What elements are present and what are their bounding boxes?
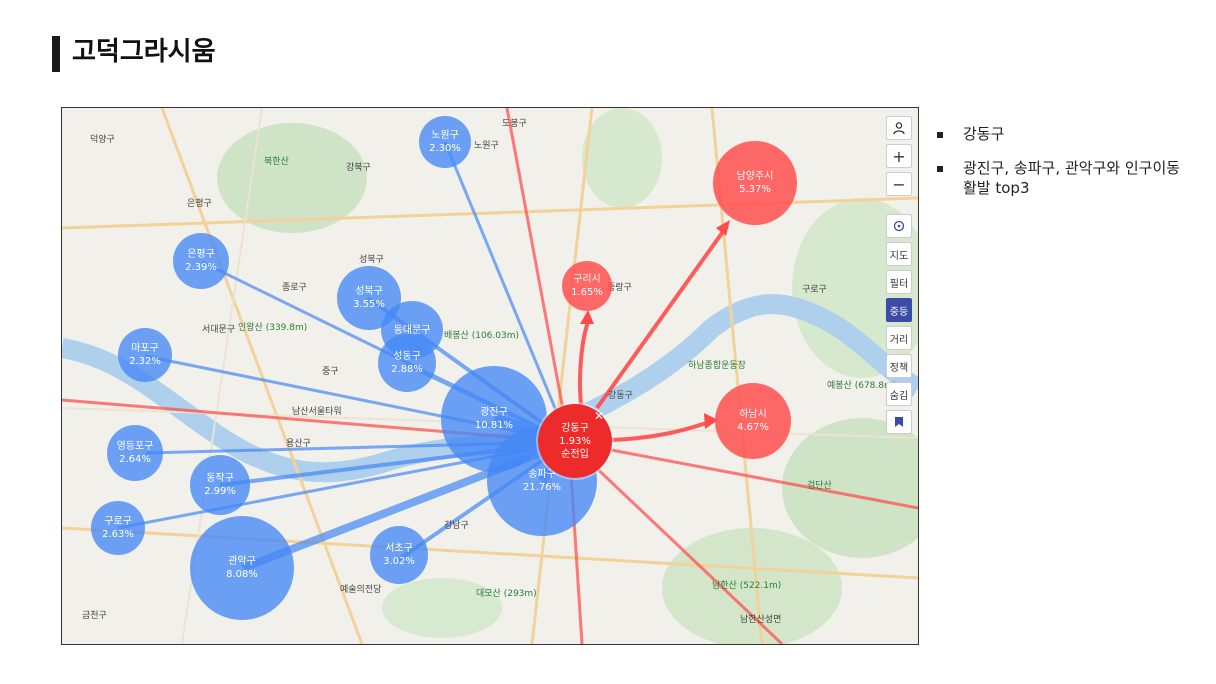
region-value: 5.37% bbox=[739, 184, 771, 195]
region-value: 4.67% bbox=[737, 422, 769, 433]
region-bubble-seocho[interactable]: 서초구 3.02% bbox=[370, 526, 428, 584]
region-bubble-mapo[interactable]: 마포구 2.32% bbox=[118, 328, 172, 382]
bullet-item: 강동구 bbox=[935, 124, 1185, 144]
place-label: 예술의전당 bbox=[340, 585, 382, 595]
center-label: 순전입 bbox=[561, 448, 589, 460]
place-label: 금천구 bbox=[82, 611, 107, 621]
region-value: 3.02% bbox=[383, 556, 415, 567]
place-label: 중구 bbox=[322, 367, 339, 377]
region-bubble-eunpyeong[interactable]: 은평구 2.39% bbox=[173, 233, 229, 289]
region-name: 영등포구 bbox=[116, 441, 154, 452]
center-region-gangdong[interactable]: ✕ 강동구 1.93% 순전입 bbox=[538, 404, 612, 478]
region-name: 성동구 bbox=[393, 351, 421, 362]
region-name: 관악구 bbox=[228, 556, 256, 567]
page-title: 고덕그라시움 bbox=[72, 37, 216, 67]
place-label: 인왕산 (339.8m) bbox=[238, 323, 308, 333]
policy-button[interactable]: 정책 bbox=[886, 354, 912, 378]
title-accent-bar bbox=[52, 36, 60, 72]
place-label: 배봉산 (106.03m) bbox=[444, 331, 519, 341]
region-value: 2.30% bbox=[429, 143, 461, 154]
region-name: 성북구 bbox=[355, 286, 383, 297]
region-name: 은평구 bbox=[187, 249, 215, 260]
migration-map[interactable]: 덕양구 은평구 종로구 서대문구 중구 용산구 강북구 성북구 도봉구 노원구 … bbox=[61, 107, 919, 645]
region-name: 노원구 bbox=[431, 130, 459, 141]
place-label: 은평구 bbox=[187, 199, 212, 209]
place-label: 대모산 (293m) bbox=[476, 589, 537, 599]
region-value: 10.81% bbox=[474, 420, 514, 431]
region-bubble-gwanak[interactable]: 관악구 8.08% bbox=[190, 516, 294, 620]
zoom-in-button[interactable]: + bbox=[886, 144, 912, 168]
region-value: 2.64% bbox=[119, 454, 151, 465]
place-label: 성북구 bbox=[359, 255, 384, 265]
region-bubble-guri[interactable]: 구리시 1.65% bbox=[562, 261, 612, 311]
region-value: 1.65% bbox=[571, 287, 603, 298]
region-name: 광진구 bbox=[480, 407, 508, 418]
region-bubble-nowon[interactable]: 노원구 2.30% bbox=[419, 116, 471, 168]
region-bubble-yeongdeungpo[interactable]: 영등포구 2.64% bbox=[107, 425, 163, 481]
place-label: 남한산 (522.1m) bbox=[712, 581, 782, 591]
close-icon[interactable]: ✕ bbox=[594, 410, 604, 423]
place-label: 구로구 bbox=[802, 285, 827, 295]
join-button[interactable]: 중등 bbox=[886, 298, 912, 322]
region-bubble-dongjak[interactable]: 동작구 2.99% bbox=[190, 455, 250, 515]
place-label: 용산구 bbox=[286, 439, 311, 449]
region-bubble-namyangju[interactable]: 남양주시 5.37% bbox=[713, 141, 797, 225]
region-value: 3.55% bbox=[353, 299, 385, 310]
place-label: 노원구 bbox=[474, 141, 499, 151]
place-label: 검단산 bbox=[807, 481, 832, 491]
bookmark-icon[interactable] bbox=[886, 410, 912, 434]
hide-button[interactable]: 숨김 bbox=[886, 382, 912, 406]
center-value: 1.93% bbox=[559, 435, 591, 447]
place-label: 덕양구 bbox=[90, 135, 115, 145]
zoom-out-button[interactable]: − bbox=[886, 172, 912, 196]
region-value: 2.32% bbox=[129, 356, 161, 367]
summary-bullets: 강동구 광진구, 송파구, 관악구와 인구이동 활발 top3 bbox=[935, 124, 1185, 212]
region-value: 2.39% bbox=[185, 262, 217, 273]
place-label: 북한산 bbox=[264, 157, 289, 167]
region-name: 마포구 bbox=[131, 343, 159, 354]
region-name: 남양주시 bbox=[736, 171, 774, 182]
place-label: 서대문구 bbox=[202, 325, 236, 335]
region-value: 2.88% bbox=[391, 364, 423, 375]
bullet-item: 광진구, 송파구, 관악구와 인구이동 활발 top3 bbox=[935, 158, 1185, 198]
region-value: 21.76% bbox=[522, 482, 562, 493]
region-bubble-seongdong[interactable]: 성동구 2.88% bbox=[378, 334, 436, 392]
region-value: 8.08% bbox=[226, 569, 258, 580]
person-icon[interactable] bbox=[886, 116, 912, 140]
region-value: 2.63% bbox=[102, 529, 134, 540]
region-bubble-guro[interactable]: 구로구 2.63% bbox=[91, 501, 145, 555]
place-label: 하남종합운동장 bbox=[688, 361, 746, 371]
place-label: 남한산성면 bbox=[740, 615, 782, 625]
region-name: 서초구 bbox=[385, 543, 413, 554]
place-label: 도봉구 bbox=[502, 119, 527, 129]
filter-button[interactable]: 필터 bbox=[886, 270, 912, 294]
place-label: 강동구 bbox=[608, 391, 633, 401]
region-name: 하남시 bbox=[739, 409, 767, 420]
distance-button[interactable]: 거리 bbox=[886, 326, 912, 350]
place-label: 강북구 bbox=[346, 163, 371, 173]
place-label: 종로구 bbox=[282, 283, 307, 293]
crosshair-icon[interactable] bbox=[886, 214, 912, 238]
region-name: 구로구 bbox=[104, 516, 132, 527]
map-button[interactable]: 지도 bbox=[886, 242, 912, 266]
place-label: 남산서울타워 bbox=[292, 407, 342, 417]
region-name: 구리시 bbox=[573, 274, 601, 285]
place-label: 강남구 bbox=[444, 521, 469, 531]
region-value: 2.99% bbox=[204, 486, 236, 497]
center-name: 강동구 bbox=[561, 422, 589, 434]
region-name: 동작구 bbox=[206, 473, 234, 484]
region-bubble-hanam[interactable]: 하남시 4.67% bbox=[715, 383, 791, 459]
map-toolbar: + − 지도 필터 중등 거리 정책 숨김 bbox=[886, 116, 912, 434]
